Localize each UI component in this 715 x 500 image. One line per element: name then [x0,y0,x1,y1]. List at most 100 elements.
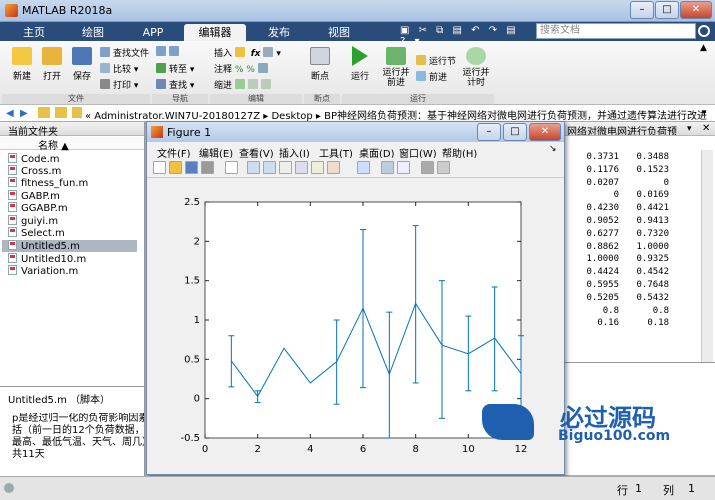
find-button[interactable]: 查找 ▾ [156,78,194,91]
column-header[interactable]: 名称 ▲ [0,137,144,152]
open-file-icon[interactable] [169,161,182,174]
link-icon[interactable] [357,161,370,174]
run-section-button[interactable]: 运行节 [416,54,456,67]
open-button-label[interactable]: 打开 [38,69,66,82]
figure-close-button[interactable]: ✕ [529,123,561,141]
vertical-scrollbar[interactable] [701,150,713,380]
table-cell[interactable]: 0.9325 [629,254,669,266]
pan-icon[interactable] [279,161,292,174]
panel-close-icon[interactable]: ✕ [702,123,710,134]
table-cell[interactable]: 0.3488 [629,152,669,164]
table-cell[interactable]: 0.5205 [579,293,619,305]
legend-icon[interactable] [397,161,410,174]
file-item[interactable]: Cross.m [8,165,143,177]
open-folder-icon[interactable] [42,47,62,65]
table-cell[interactable]: 0 [579,190,619,202]
table-cell[interactable]: 0.7648 [629,280,669,292]
breadcrumb[interactable]: « Administrator.WIN7U-20180127Z ▸ Deskto… [85,107,707,122]
forward-arrow-icon[interactable]: ▶ [20,108,28,119]
close-button[interactable]: ✕ [680,1,712,19]
indent-button[interactable]: 缩进 [214,78,274,91]
table-cell[interactable]: 1.0000 [629,242,669,254]
table-cell[interactable]: 0.5955 [579,280,619,292]
file-item[interactable]: Code.m [8,153,143,165]
new-figure-icon[interactable] [153,161,166,174]
tab-view[interactable]: 视图 [310,24,368,41]
advance-button[interactable]: 前进 [416,70,447,83]
tab-plots[interactable]: 绘图 [64,24,122,41]
table-cell[interactable]: 1.0000 [579,254,619,266]
rotate-icon[interactable] [295,161,308,174]
table-cell[interactable]: 0.8 [629,306,669,318]
goto-button[interactable]: 转至 ▾ [156,62,194,75]
save-figure-icon[interactable] [185,161,198,174]
figure-minimize-button[interactable]: – [477,123,501,141]
file-item[interactable]: fitness_fun.m [8,177,143,189]
table-cell[interactable]: 0.0169 [629,190,669,202]
find-files-button[interactable]: 查找文件 [100,46,149,59]
file-item[interactable]: GGABP.m [8,202,143,214]
run-time-button-label[interactable]: 运行并 计时 [458,68,494,88]
table-cell[interactable]: 0.5432 [629,293,669,305]
table-cell[interactable]: 0.4542 [629,267,669,279]
table-cell[interactable]: 0.0207 [579,178,619,190]
print-figure-icon[interactable] [201,161,214,174]
run-button-label[interactable]: 运行 [344,69,376,82]
table-cell[interactable]: 0.4424 [579,267,619,279]
table-cell[interactable]: 0.18 [629,318,669,330]
save-button-label[interactable]: 保存 [68,69,96,82]
table-cell[interactable]: 0.16 [579,318,619,330]
nav-arrows[interactable] [156,46,182,58]
colorbar-icon[interactable] [381,161,394,174]
table-cell[interactable]: 0.6277 [579,229,619,241]
run-time-icon[interactable] [466,47,486,65]
table-cell[interactable]: 0 [629,178,669,190]
tab-home[interactable]: 主页 [6,24,62,41]
tab-editor[interactable]: 编辑器 [184,24,246,41]
ribbon-collapse-icon[interactable]: ▲ [700,43,707,53]
tab-publish[interactable]: 发布 [250,24,308,41]
menu-dock-icon[interactable]: ↘ [549,144,557,154]
address-dropdown-icon[interactable]: ▾ [702,108,707,118]
run-icon[interactable] [352,46,368,66]
zoom-out-icon[interactable] [263,161,276,174]
browse-folder-icon[interactable] [55,107,67,118]
new-button-label[interactable]: 新建 [8,69,36,82]
minimize-button[interactable]: – [630,1,654,19]
run-advance-icon[interactable] [386,47,406,65]
zoom-in-icon[interactable] [247,161,260,174]
data-cursor-icon[interactable] [311,161,324,174]
file-item[interactable]: guiyi.m [8,215,143,227]
table-cell[interactable]: 0.8862 [579,242,619,254]
table-cell[interactable]: 0.1176 [579,165,619,177]
hide-plot-tools-icon[interactable] [421,161,434,174]
up-folder-icon[interactable] [38,107,50,118]
brush-icon[interactable] [327,161,340,174]
compare-button[interactable]: 比较 ▾ [100,62,138,75]
figure-maximize-button[interactable]: □ [503,123,527,141]
file-item[interactable]: GABP.m [8,190,143,202]
breakpoints-icon[interactable] [310,47,330,65]
back-arrow-icon[interactable]: ◀ [6,108,14,119]
show-plot-tools-icon[interactable] [437,161,450,174]
file-item[interactable]: Untitled10.m [8,253,143,265]
table-cell[interactable]: 0.8 [579,306,619,318]
table-cell[interactable]: 0.7320 [629,229,669,241]
print-button[interactable]: 打印 ▾ [100,78,138,91]
table-cell[interactable]: 0.4230 [579,203,619,215]
run-advance-button-label[interactable]: 运行并 前进 [378,68,414,88]
table-cell[interactable]: 0.1523 [629,165,669,177]
maximize-button[interactable]: □ [655,1,679,19]
table-cell[interactable]: 0.3731 [579,152,619,164]
insert-button[interactable]: 插入 fx ▾ [214,46,281,59]
tab-apps[interactable]: APP [124,24,182,41]
search-input[interactable]: 搜索文档 [536,23,696,39]
pointer-icon[interactable] [225,161,238,174]
new-file-icon[interactable] [12,47,32,65]
table-cell[interactable]: 0.9052 [579,216,619,228]
table-cell[interactable]: 0.4421 [629,203,669,215]
file-item[interactable]: Variation.m [8,265,143,277]
breakpoints-button-label[interactable]: 断点 [304,69,336,82]
comment-button[interactable]: 注释 % % [214,62,271,75]
file-item[interactable]: Select.m [8,227,143,239]
